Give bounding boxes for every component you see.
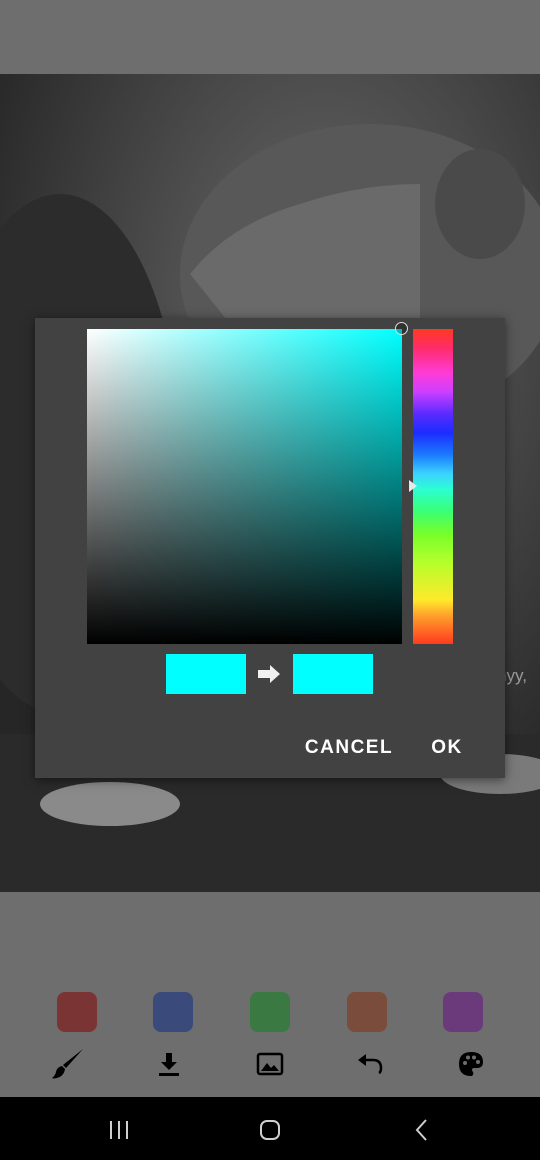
image-button[interactable] <box>250 1046 290 1082</box>
saturation-value-square[interactable] <box>87 329 402 644</box>
arrow-right-icon <box>258 665 280 683</box>
color-cursor[interactable] <box>395 322 408 335</box>
back-icon <box>415 1119 427 1141</box>
palette-button[interactable] <box>451 1046 491 1082</box>
download-icon <box>159 1053 179 1076</box>
ok-button[interactable]: OK <box>427 731 467 765</box>
undo-icon <box>358 1054 383 1075</box>
palette-swatch-green[interactable] <box>250 992 290 1032</box>
recent-apps-button[interactable] <box>97 1110 141 1150</box>
undo-button[interactable] <box>350 1046 390 1082</box>
brush-button[interactable] <box>48 1046 88 1082</box>
brush-icon <box>52 1049 83 1079</box>
home-icon <box>260 1120 280 1140</box>
new-color-preview <box>293 654 373 694</box>
palette-swatch-red[interactable] <box>57 992 97 1032</box>
palette-swatch-purple[interactable] <box>443 992 483 1032</box>
recent-apps-icon <box>110 1121 128 1139</box>
color-picker-dialog: CANCEL OK <box>35 318 505 778</box>
image-icon <box>256 1052 284 1076</box>
hue-pointer-icon[interactable] <box>409 480 417 492</box>
hue-slider[interactable] <box>413 329 453 644</box>
cancel-button[interactable]: CANCEL <box>301 731 397 765</box>
palette-icon <box>459 1052 483 1076</box>
palette-swatch-blue[interactable] <box>153 992 193 1032</box>
palette-swatch-brown[interactable] <box>347 992 387 1032</box>
back-button[interactable] <box>400 1110 444 1150</box>
black-gradient-layer <box>87 329 402 644</box>
download-button[interactable] <box>149 1046 189 1082</box>
old-color-preview <box>166 654 246 694</box>
home-button[interactable] <box>248 1110 292 1150</box>
top-bar <box>0 0 540 74</box>
